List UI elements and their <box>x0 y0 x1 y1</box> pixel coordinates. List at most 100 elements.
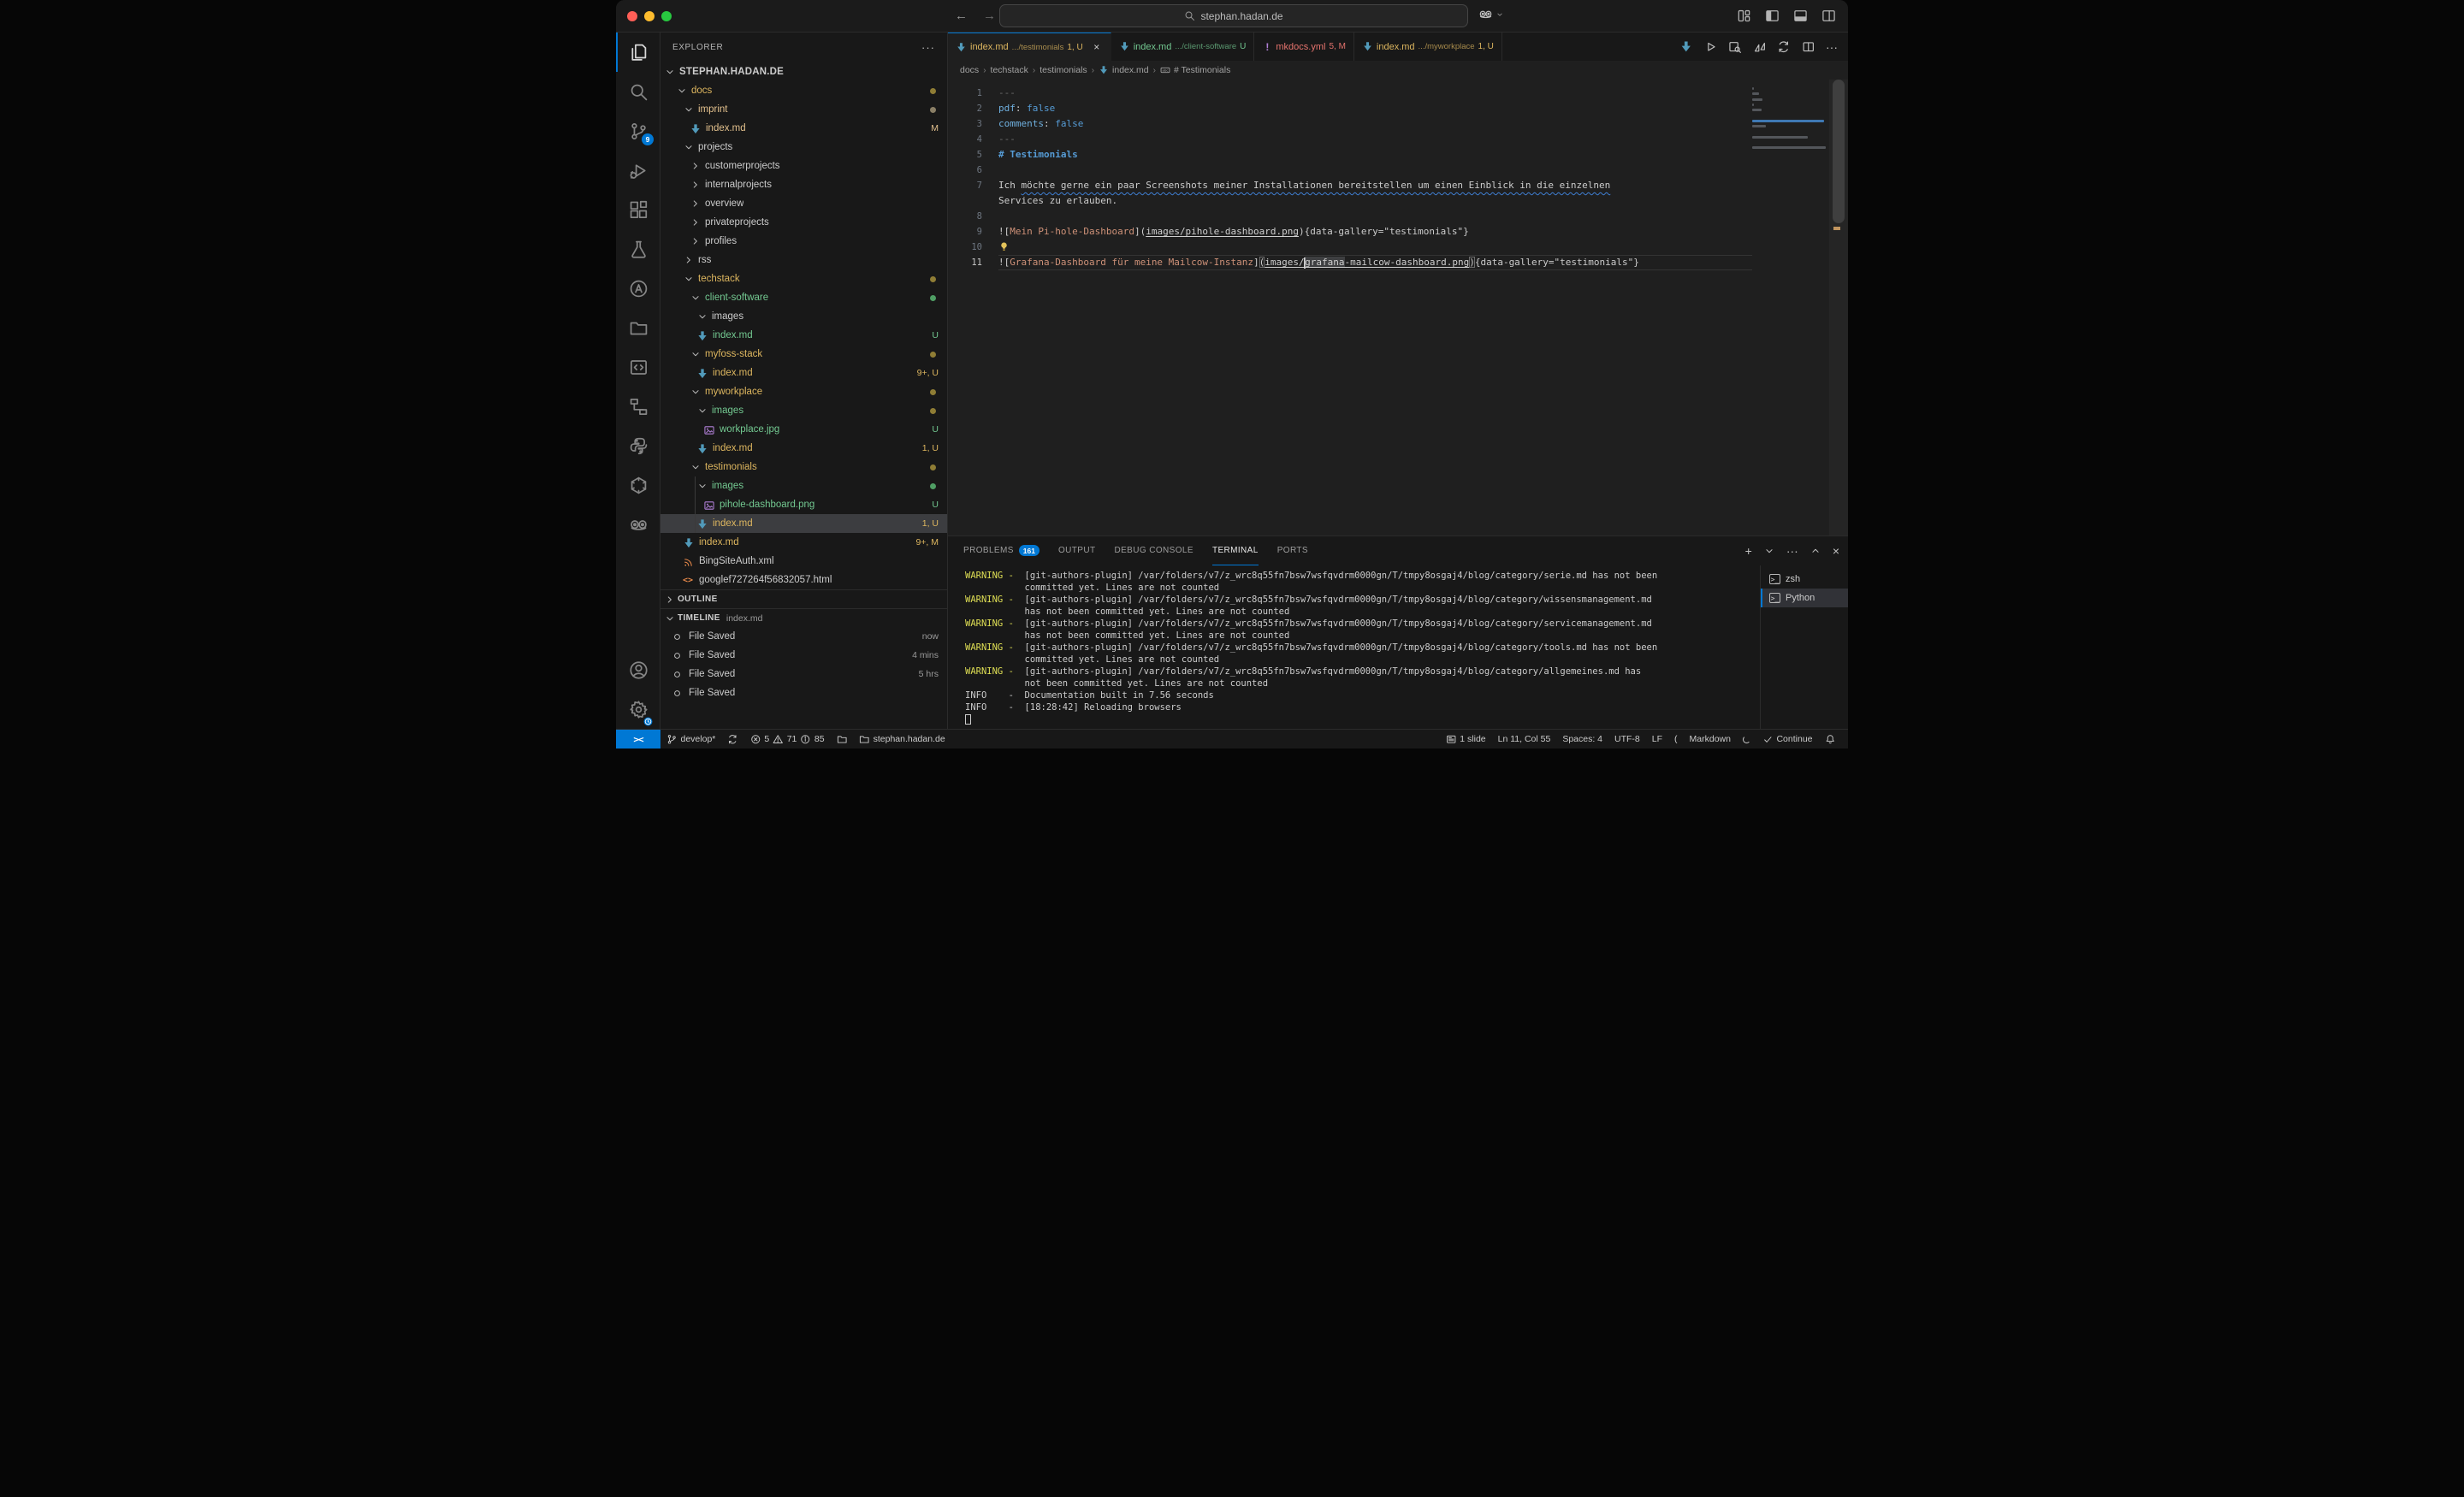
tree-item-profiles[interactable]: profiles <box>660 232 947 251</box>
activity-copilot[interactable] <box>616 505 660 544</box>
remote-indicator[interactable]: >< <box>616 730 660 748</box>
activity-hexagon[interactable] <box>616 465 660 505</box>
problems[interactable]: 57185 <box>744 730 831 748</box>
tree-item-projects[interactable]: projects <box>660 138 947 157</box>
more-actions-button[interactable]: ··· <box>1826 40 1838 54</box>
panel-tab-terminal[interactable]: TERMINAL <box>1212 536 1259 565</box>
timeline-section-header[interactable]: TIMELINE index.md <box>660 608 947 627</box>
tree-item-client-software[interactable]: client-software <box>660 288 947 307</box>
panel-tab-ports[interactable]: PORTS <box>1277 536 1308 565</box>
tree-item-internalprojects[interactable]: internalprojects <box>660 175 947 194</box>
tree-item-testimonials[interactable]: testimonials <box>660 458 947 476</box>
minimize-window-button[interactable] <box>644 11 654 21</box>
split-editor-button[interactable] <box>1802 40 1815 54</box>
git-branch[interactable]: develop* <box>660 730 721 748</box>
activity-testing[interactable] <box>616 229 660 269</box>
activity-extensions[interactable] <box>616 190 660 229</box>
breadcrumb-item[interactable]: abc# Testimonials <box>1160 65 1230 75</box>
preview-side-button[interactable] <box>1728 40 1742 54</box>
back-button[interactable]: ← <box>955 9 968 23</box>
activity-pipeline[interactable] <box>616 387 660 426</box>
tree-item-images[interactable]: images <box>660 476 947 495</box>
slides[interactable]: 1 slide <box>1440 730 1492 748</box>
sync-changes-button[interactable] <box>1777 40 1791 54</box>
activity-search[interactable] <box>616 72 660 111</box>
tree-item-myworkplace[interactable]: myworkplace <box>660 382 947 401</box>
breadcrumb-item[interactable]: index.md <box>1099 65 1149 75</box>
tree-item-index-md[interactable]: index.md1, U <box>660 514 947 533</box>
code-line-6[interactable]: 6 <box>948 163 1752 178</box>
maximize-panel-button[interactable] <box>1810 545 1821 557</box>
open-preview-button[interactable] <box>1679 40 1693 54</box>
activity-run-debug[interactable] <box>616 151 660 190</box>
timeline-item[interactable]: File Saved5 hrs <box>660 665 947 683</box>
new-terminal-button[interactable]: + <box>1745 545 1752 557</box>
close-tab-button[interactable]: × <box>1091 41 1103 53</box>
tree-item-googlef727264f56832057-html[interactable]: <>googlef727264f56832057.html <box>660 571 947 589</box>
panel-tab-output[interactable]: OUTPUT <box>1058 536 1096 565</box>
command-center[interactable]: stephan.hadan.de <box>999 4 1468 27</box>
open-changes-button[interactable] <box>1753 40 1767 54</box>
tree-item-pihole-dashboard-png[interactable]: pihole-dashboard.pngU <box>660 495 947 514</box>
tree-item-workplace-jpg[interactable]: workplace.jpgU <box>660 420 947 439</box>
code-line-2[interactable]: 2pdf: false <box>948 101 1752 116</box>
tree-item-customerprojects[interactable]: customerprojects <box>660 157 947 175</box>
views-more-actions-button[interactable]: ··· <box>921 41 935 54</box>
timeline-item[interactable]: File Saved4 mins <box>660 646 947 665</box>
activity-dev-box[interactable] <box>616 347 660 387</box>
code-line-7[interactable]: 7Ich möchte gerne ein paar Screenshots m… <box>948 178 1752 193</box>
editor-scrollbar[interactable] <box>1829 80 1848 535</box>
breadcrumb-item[interactable]: testimonials <box>1040 65 1087 75</box>
toggle-secondary-sidebar-icon[interactable] <box>1821 9 1836 23</box>
code-area[interactable]: 1---2pdf: false3comments: false4---5# Te… <box>948 80 1752 535</box>
terminal-output[interactable]: WARNING - [git-authors-plugin] /var/fold… <box>948 565 1761 730</box>
code-line-10[interactable]: 10 <box>948 240 1752 255</box>
run-button[interactable] <box>1704 40 1718 54</box>
editor-tab-mkdocs-yml[interactable]: !mkdocs.yml5, M <box>1254 33 1354 61</box>
tree-item-myfoss-stack[interactable]: myfoss-stack <box>660 345 947 364</box>
terminal-instance-zsh[interactable]: >_zsh <box>1761 570 1848 589</box>
forward-button[interactable]: → <box>983 9 996 23</box>
tree-item-bingsiteauth-xml[interactable]: BingSiteAuth.xml <box>660 552 947 571</box>
outline-section-header[interactable]: OUTLINE <box>660 589 947 608</box>
editor-pane[interactable]: 1---2pdf: false3comments: false4---5# Te… <box>948 80 1848 535</box>
terminal-profile-dropdown-button[interactable] <box>1763 545 1775 557</box>
code-line-1[interactable]: 1--- <box>948 86 1752 101</box>
close-panel-button[interactable]: × <box>1833 545 1839 557</box>
editor-tab-index-md[interactable]: index.md.../testimonials1, U× <box>948 33 1111 61</box>
code-line-11[interactable]: 11![Grafana-Dashboard für meine Mailcow-… <box>948 255 1752 270</box>
activity-settings[interactable] <box>616 689 660 729</box>
activity-explorer[interactable] <box>616 33 660 72</box>
panel-more-button[interactable]: ··· <box>1786 545 1798 557</box>
tree-item-index-md[interactable]: index.md9+, M <box>660 533 947 552</box>
tree-item-images[interactable]: images <box>660 401 947 420</box>
code-line-8[interactable]: 8 <box>948 209 1752 224</box>
lightbulb-icon[interactable] <box>998 241 1010 252</box>
close-window-button[interactable] <box>627 11 637 21</box>
sync-button[interactable] <box>721 730 744 748</box>
tree-item-index-md[interactable]: index.md9+, U <box>660 364 947 382</box>
editor-tab-index-md[interactable]: index.md.../client-softwareU <box>1111 33 1255 61</box>
tree-item-index-md[interactable]: index.mdU <box>660 326 947 345</box>
language-mode[interactable]: Markdown <box>1684 730 1737 748</box>
language-status[interactable]: ( <box>1668 730 1684 748</box>
minimap[interactable] <box>1752 80 1829 535</box>
panel-tab-debug-console[interactable]: DEBUG CONSOLE <box>1114 536 1193 565</box>
timeline-item[interactable]: File Savednow <box>660 627 947 646</box>
copilot-menu[interactable] <box>1478 7 1504 21</box>
code-line-9[interactable]: 9![Mein Pi-hole-Dashboard](images/pihole… <box>948 224 1752 240</box>
activity-folder-library[interactable] <box>616 308 660 347</box>
workspace[interactable]: stephan.hadan.de <box>853 730 951 748</box>
tree-item-index-md[interactable]: index.mdM <box>660 119 947 138</box>
code-line-3[interactable]: 3comments: false <box>948 116 1752 132</box>
encoding[interactable]: UTF-8 <box>1608 730 1646 748</box>
eol[interactable]: LF <box>1646 730 1668 748</box>
tree-item-index-md[interactable]: index.md1, U <box>660 439 947 458</box>
customize-layout-icon[interactable] <box>1737 9 1751 23</box>
indentation[interactable]: Spaces: 4 <box>1556 730 1608 748</box>
activity-accounts[interactable] <box>616 650 660 689</box>
scrollbar-thumb[interactable] <box>1833 80 1845 223</box>
tree-item-stephan-hadan-de[interactable]: STEPHAN.HADAN.DE <box>660 62 947 81</box>
tree-item-imprint[interactable]: imprint <box>660 100 947 119</box>
code-line-wrap[interactable]: Services zu erlauben. <box>948 193 1752 209</box>
